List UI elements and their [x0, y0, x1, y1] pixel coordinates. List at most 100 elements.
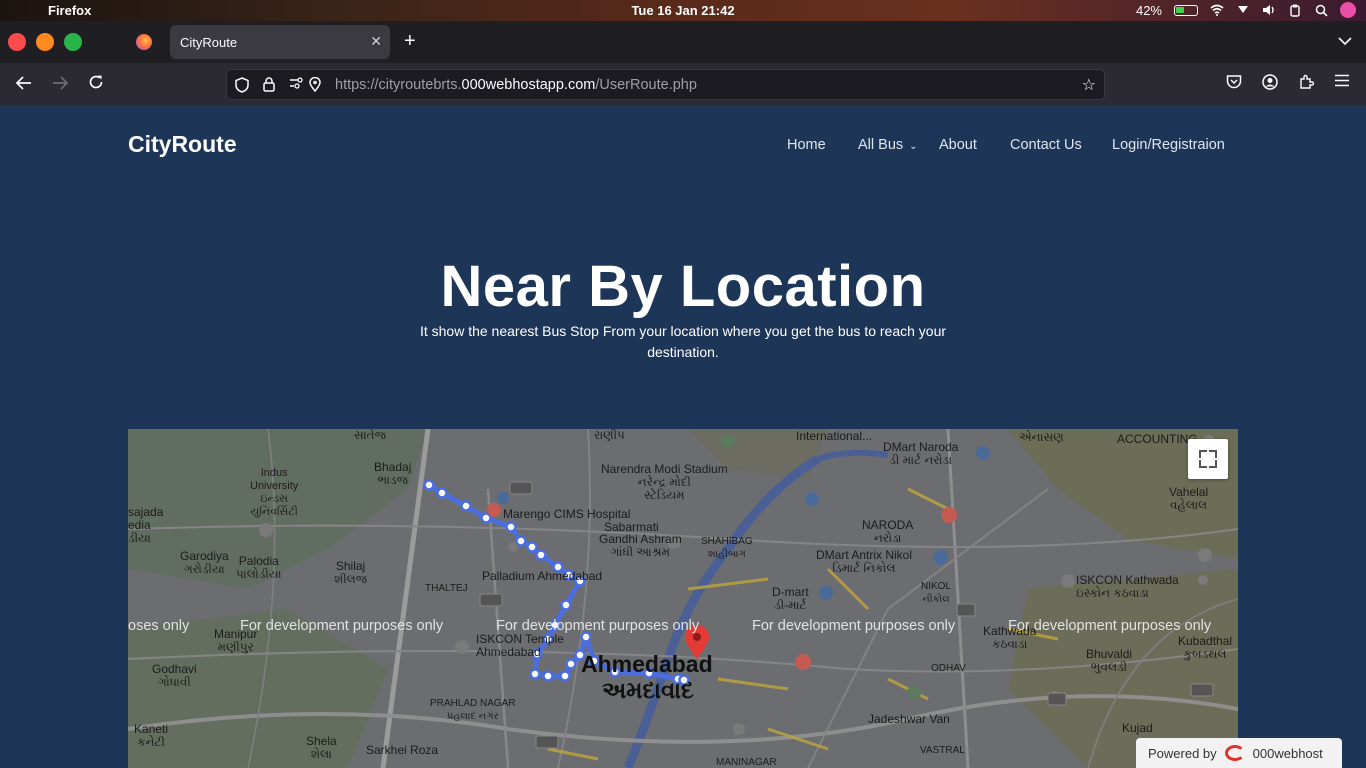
fullscreen-icon-corner — [1209, 450, 1217, 458]
map-watermark-partial: oses only — [128, 618, 190, 634]
back-button[interactable] — [14, 74, 34, 94]
close-tab-icon[interactable]: ✕ — [370, 33, 382, 50]
map-label-jadeshwar-van: Jadeshwar Van — [868, 712, 950, 726]
location-icon[interactable] — [309, 76, 321, 95]
map-label-enasan: એનાસણ — [1019, 430, 1064, 444]
map-label-bhuvaldi: Bhuvaldi ભુવલડી — [1086, 647, 1133, 674]
map-label-sabarmati: Sabarmati — [604, 520, 659, 534]
tab-title: CityRoute — [180, 34, 238, 50]
map-label-ahmedabad: Ahmedabad — [581, 651, 713, 677]
url-domain: 000webhostapp.com — [461, 77, 596, 93]
map-label-international: International... — [796, 429, 873, 443]
map-label-dmart-antrix: DMart Antrix Nikol ડિમાર્ટ નિકોલ — [816, 548, 913, 575]
hero-subtitle: It show the nearest Bus Stop From your l… — [419, 323, 947, 360]
map-label-iskcon-temple: ISKCON Temple Ahmedabad — [476, 632, 564, 659]
extensions-icon[interactable] — [1298, 74, 1315, 94]
lock-icon[interactable] — [263, 77, 275, 95]
volume-icon[interactable] — [1262, 3, 1276, 17]
site-brand-logo[interactable]: CityRoute — [128, 131, 237, 158]
forward-button[interactable] — [50, 74, 70, 94]
wifi-icon[interactable] — [1210, 3, 1224, 17]
tab-cityroute[interactable]: CityRoute ✕ — [170, 25, 390, 59]
list-tabs-chevron-icon[interactable] — [1338, 33, 1352, 49]
map-watermark: For development purposes only — [752, 618, 956, 634]
map-label-bhadaj: Bhadaj ભાડજ — [374, 460, 412, 487]
user-avatar-icon[interactable] — [1340, 2, 1356, 18]
nav-home-link[interactable]: Home — [787, 137, 826, 153]
powered-by-host: 000webhost — [1252, 745, 1323, 761]
map-watermark: For development purposes only — [1008, 618, 1212, 634]
map-label-dmart: D-mart ડી-માર્ટ — [772, 585, 809, 612]
os-status-area: 42% — [1136, 2, 1356, 18]
permissions-icon[interactable] — [289, 77, 303, 92]
map-label-kujad: Kujad — [1122, 721, 1153, 735]
powered-by-label: Powered by — [1148, 745, 1217, 761]
map-label-satej: સાતેજ — [354, 429, 386, 442]
map-label-shahibag: SHAHIBAG શાહીબાગ — [701, 536, 753, 560]
map-label-thaltej: THALTEJ — [425, 583, 468, 594]
fullscreen-icon-corner — [1199, 460, 1207, 468]
clipboard-icon[interactable] — [1288, 3, 1302, 17]
map-label-prahlad-nagar: PRAHLAD NAGAR પ્રહલાદ નગર — [430, 698, 516, 722]
map-label-vastral: VASTRAL — [920, 745, 965, 756]
new-tab-button[interactable]: + — [404, 31, 416, 51]
account-icon[interactable] — [1262, 74, 1278, 94]
map-label-maninagar: MANINAGAR — [716, 757, 777, 768]
map-label-kubadthal: Kubadthal કુબડથલ — [1178, 634, 1233, 661]
reload-button[interactable] — [86, 74, 106, 94]
pocket-icon[interactable] — [1226, 74, 1242, 93]
bookmark-star-icon[interactable]: ☆ — [1082, 75, 1096, 95]
nav-contact-link[interactable]: Contact Us — [1010, 137, 1082, 153]
000webhost-logo-icon — [1224, 745, 1245, 761]
fullscreen-icon-corner — [1209, 460, 1217, 468]
chevron-down-icon: ⌄ — [909, 141, 918, 152]
map-label-narendra-modi-stadium: Narendra Modi Stadium નરેન્દ્ર મોદી સ્ટેડિ… — [601, 462, 728, 502]
battery-icon[interactable] — [1174, 4, 1198, 16]
map-label-palodia: Palodia પાલોડીયા — [236, 554, 282, 581]
url-prefix: https://cityroutebrts. — [335, 77, 462, 93]
map-label-garodiya: Garodiya ગરોડીયા — [180, 549, 229, 576]
map-label-gandhi-ashram: Gandhi Ashram ગાંધી આશ્રમ — [599, 532, 682, 559]
map-label-dmart-naroda: DMart Naroda ડી માર્ટ નરોડા — [883, 440, 959, 467]
page-content: CityRoute Home All Bus ⌄ About Contact Us… — [0, 105, 1366, 768]
url-text[interactable]: https://cityroutebrts.000webhostapp.com/… — [335, 77, 697, 93]
minimize-window-button[interactable] — [36, 33, 54, 51]
map-fullscreen-button[interactable] — [1188, 439, 1228, 479]
map-label-sarkhej: Sarkhei Roza — [366, 743, 439, 757]
url-path: /UserRoute.php — [595, 77, 697, 93]
close-window-button[interactable] — [8, 33, 26, 51]
map-label-indus-university: Indus University ઇન્ડસ યુનિવર્સિટી — [250, 467, 299, 518]
shield-icon[interactable] — [235, 77, 249, 96]
map-watermark: For development purposes only — [496, 618, 700, 634]
map-label-nikol: NIKOL નીકોલ — [921, 581, 952, 605]
fullscreen-icon — [1199, 450, 1207, 458]
maximize-window-button[interactable] — [64, 33, 82, 51]
nav-all-bus-label: All Bus — [858, 137, 904, 153]
map-label-ranip: રાણીપ — [594, 429, 625, 442]
battery-percent: 42% — [1135, 2, 1162, 18]
map-label-kaneti: Kaneti કનેટી — [134, 722, 169, 749]
browser-tab-strip: CityRoute ✕ + — [0, 21, 1366, 63]
powered-by-badge[interactable]: Powered by 000webhost — [1136, 738, 1342, 768]
map-label-shela: Shela શેલા — [306, 734, 337, 761]
route-map[interactable]: Bhadaj ભાડજ Indus University ઇન્ડસ યુનિવર્સિ… — [128, 429, 1238, 768]
os-app-name[interactable]: Firefox — [48, 3, 91, 18]
dropdown-icon[interactable] — [1236, 3, 1250, 17]
map-watermark: For development purposes only — [240, 618, 444, 634]
map-label-vahelal: Vahelal વહેલાલ — [1169, 485, 1209, 512]
map-label-palladium: Palladium Ahmedabad — [482, 569, 603, 583]
browser-toolbar: https://cityroutebrts.000webhostapp.com/… — [0, 63, 1366, 105]
map-label-shilaj: Shilaj શીલજ — [334, 559, 368, 586]
map-label-accounting: ACCOUNTING — [1117, 432, 1198, 446]
map-label-odhav: ODHAV — [931, 663, 966, 674]
search-icon[interactable] — [1314, 3, 1328, 17]
firefox-view-icon[interactable] — [136, 34, 152, 50]
nav-login-link[interactable]: Login/Registraion — [1112, 137, 1225, 153]
menu-hamburger-icon[interactable] — [1334, 74, 1350, 91]
map-label-iskcon-kathwada: ISKCON Kathwada ઇસ્કોન કઠવાડા — [1076, 573, 1179, 600]
map-label-sajada: sajada edia ડીયા — [128, 505, 164, 545]
map-label-naroda: NARODA નરોડા — [862, 518, 914, 545]
nav-all-bus-dropdown[interactable]: All Bus ⌄ — [858, 137, 918, 153]
nav-about-link[interactable]: About — [939, 137, 977, 153]
address-bar[interactable]: https://cityroutebrts.000webhostapp.com/… — [226, 69, 1105, 100]
